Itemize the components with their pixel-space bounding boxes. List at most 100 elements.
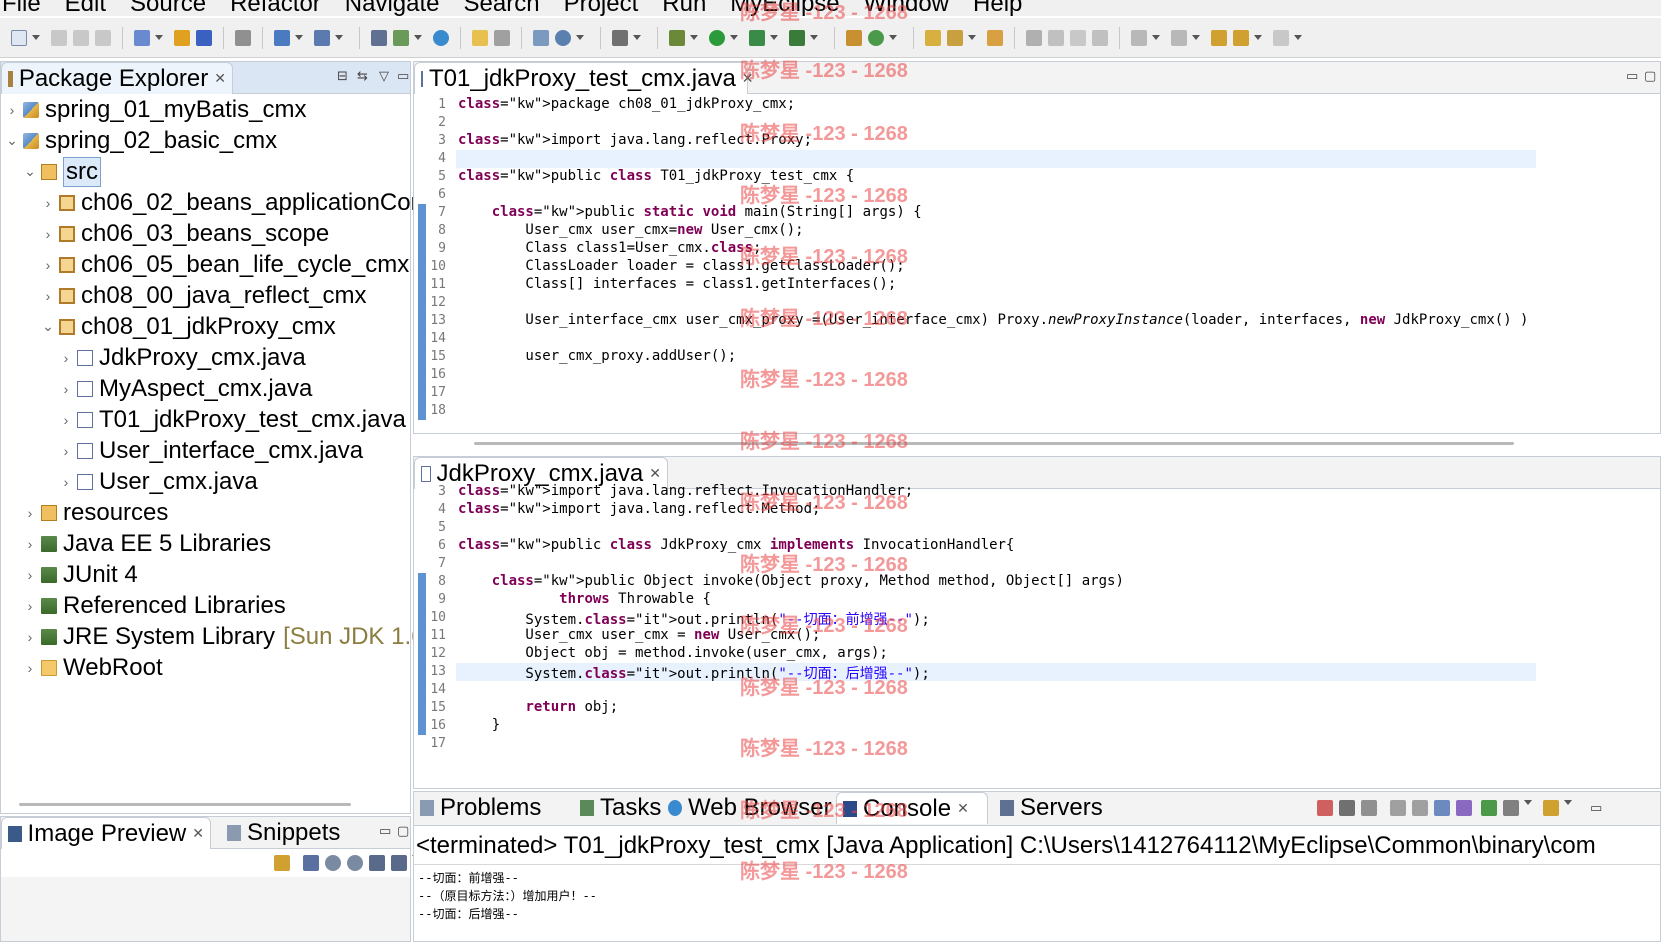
tab-web-browser[interactable]: Web Browser [662, 792, 838, 824]
code-line[interactable]: class="kw">import java.lang.reflect.Invo… [458, 483, 913, 499]
folder-open-icon[interactable] [987, 29, 1003, 46]
explorer-scrollbar[interactable] [19, 803, 351, 806]
code-line[interactable]: Object obj = method.invoke(user_cmx, arg… [458, 645, 887, 661]
chevron-down-icon[interactable]: ⌄ [5, 132, 19, 149]
back-icon[interactable] [1233, 29, 1249, 46]
new-class-icon[interactable] [868, 29, 884, 46]
chevron-right-icon[interactable]: › [59, 412, 73, 428]
class-icon[interactable] [196, 29, 212, 46]
remove-all-icon[interactable] [1361, 800, 1377, 816]
tree-item[interactable]: ⌄ src [23, 156, 101, 187]
chevron-right-icon[interactable]: › [59, 443, 73, 459]
tree-item[interactable]: › JdkProxy_cmx.java [59, 342, 306, 373]
code-editor-bottom[interactable]: 3 class="kw">import java.lang.reflect.Inv… [414, 483, 1660, 788]
console-output[interactable]: --切面：前增强-- --（原目标方法：）增加用户！-- --切面：后增强-- [414, 864, 1660, 942]
code-line[interactable]: System.class="it">out.println("--切面：后增强-… [458, 663, 929, 683]
close-icon[interactable]: ✕ [214, 70, 226, 87]
open-project-icon[interactable] [925, 29, 941, 46]
prev-annotation-icon[interactable] [1171, 29, 1187, 46]
code-line[interactable]: } [458, 717, 500, 733]
last-edit-icon[interactable] [1211, 29, 1227, 46]
tab-tasks[interactable]: Tasks [574, 792, 667, 824]
search-icon[interactable] [314, 29, 330, 46]
pin-console-icon[interactable] [1481, 800, 1497, 816]
tree-item[interactable]: › T01_jdkProxy_test_cmx.java [59, 404, 406, 435]
zoom-in-icon[interactable] [347, 855, 363, 871]
minimize-icon[interactable]: ▭ [397, 68, 409, 84]
pencil-icon[interactable] [947, 29, 963, 46]
scroll-lock-icon[interactable] [1412, 800, 1428, 816]
chevron-right-icon[interactable]: › [23, 629, 37, 645]
chevron-down-icon[interactable]: ⌄ [23, 163, 37, 180]
tree-item[interactable]: › spring_01_myBatis_cmx [5, 94, 307, 125]
run-icon[interactable] [709, 29, 725, 46]
chevron-right-icon[interactable]: › [5, 102, 19, 118]
code-line[interactable]: class="kw">public class T01_jdkProxy_tes… [458, 168, 854, 184]
open-type-icon[interactable] [134, 29, 150, 46]
package-icon[interactable] [174, 29, 190, 46]
tab-snippets[interactable]: Snippets [221, 817, 346, 849]
view-menu-icon[interactable]: ▽ [379, 68, 389, 84]
save-icon[interactable] [51, 29, 67, 46]
code-editor-top[interactable]: 1 class="kw">package ch08_01_jdkProxy_cmx… [414, 94, 1660, 433]
code-line[interactable]: user_cmx_proxy.addUser(); [458, 348, 736, 364]
new-package-icon[interactable] [846, 29, 862, 46]
minimize-icon[interactable]: ▭ [1626, 68, 1638, 84]
image-icon[interactable] [533, 29, 549, 46]
code-line[interactable]: class="kw">public class JdkProxy_cmx imp… [458, 537, 1014, 553]
chevron-right-icon[interactable]: › [59, 381, 73, 397]
menu-myeclipse[interactable]: MyEclipse [728, 0, 839, 16]
code-line[interactable]: class="kw">import java.lang.reflect.Prox… [458, 132, 812, 148]
actual-size-icon[interactable] [369, 855, 385, 871]
show-stdout-icon[interactable] [1434, 800, 1450, 816]
link-editor-icon[interactable]: ⇆ [357, 68, 368, 84]
minimize-icon[interactable]: ▭ [1590, 800, 1602, 816]
zoom-out-icon[interactable] [325, 855, 341, 871]
code-line[interactable]: Class[] interfaces = class1.getInterface… [458, 276, 896, 292]
open-folder-icon[interactable] [472, 29, 488, 46]
chevron-right-icon[interactable]: › [41, 195, 55, 211]
terminate-icon[interactable] [1317, 800, 1333, 816]
show-stderr-icon[interactable] [1456, 800, 1472, 816]
terminal-icon[interactable] [235, 29, 251, 46]
maximize-icon[interactable]: ▢ [1644, 68, 1656, 84]
tab-package-explorer[interactable]: Package Explorer ✕ [1, 62, 233, 94]
code-line[interactable]: return obj; [458, 699, 618, 715]
highlight-icon[interactable] [1048, 29, 1064, 46]
chevron-right-icon[interactable]: › [23, 660, 37, 676]
coverage-icon[interactable] [749, 29, 765, 46]
menu-source[interactable]: Source [128, 0, 206, 16]
tree-item[interactable]: › ch08_00_java_reflect_cmx [41, 280, 367, 311]
close-icon[interactable]: ✕ [649, 465, 661, 482]
collapse-all-icon[interactable]: ⊟ [337, 68, 348, 84]
menu-edit[interactable]: Edit [63, 0, 106, 16]
tree-item[interactable]: › MyAspect_cmx.java [59, 373, 313, 404]
tab-servers[interactable]: Servers [994, 792, 1109, 824]
menu-help[interactable]: Help [971, 0, 1022, 16]
chevron-right-icon[interactable]: › [23, 536, 37, 552]
tree-item[interactable]: › WebRoot [23, 652, 163, 683]
chevron-right-icon[interactable]: › [41, 288, 55, 304]
next-annotation-icon[interactable] [1131, 29, 1147, 46]
menu-project[interactable]: Project [562, 0, 639, 16]
print-icon[interactable] [95, 29, 111, 46]
chevron-right-icon[interactable]: › [59, 350, 73, 366]
minimize-icon[interactable]: ▭ [379, 823, 391, 839]
tree-item[interactable]: › ch06_02_beans_applicationCont [41, 187, 431, 218]
remove-launch-icon[interactable] [1339, 800, 1355, 816]
chevron-right-icon[interactable]: › [41, 257, 55, 273]
code-line[interactable]: class="kw">public static void main(Strin… [458, 204, 922, 220]
code-line[interactable]: System.class="it">out.println("--切面：前增强-… [458, 609, 929, 629]
menu-file[interactable]: File [0, 0, 41, 16]
refresh-icon[interactable] [274, 855, 290, 871]
display-console-icon[interactable] [1503, 800, 1519, 816]
debug-icon[interactable] [669, 29, 685, 46]
tree-item[interactable]: › User_interface_cmx.java [59, 435, 363, 466]
tree-item[interactable]: › JUnit 4 [23, 559, 138, 590]
chevron-right-icon[interactable]: › [41, 226, 55, 242]
code-line[interactable]: User_interface_cmx user_cmx_proxy =(User… [458, 312, 1528, 328]
maximize-icon[interactable]: ▢ [397, 823, 409, 839]
code-line[interactable]: User_cmx user_cmx=new User_cmx(); [458, 222, 803, 238]
tab-console[interactable]: Console ✕ [836, 792, 988, 824]
deploy-icon[interactable] [274, 29, 290, 46]
